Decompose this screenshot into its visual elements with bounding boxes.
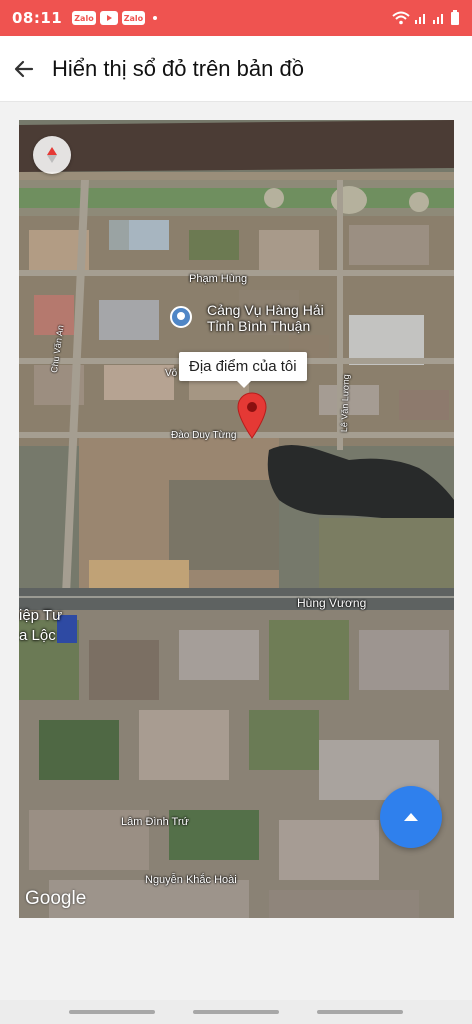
status-bar: 08:11 Zalo Zalo	[0, 0, 472, 36]
location-pin[interactable]	[237, 392, 267, 440]
zalo-app-icon: Zalo	[121, 11, 146, 25]
my-location-callout[interactable]: Địa điểm của tôi	[179, 352, 307, 388]
signal-icon	[415, 14, 425, 24]
street-label-lam-dinh-tru: Lâm Đình Trứ	[121, 816, 189, 828]
battery-icon	[451, 10, 459, 25]
youtube-app-icon	[99, 11, 118, 25]
zalo-app-icon: Zalo	[72, 11, 96, 25]
content-area: Phạm Hùng Cảng Vụ Hàng Hải Tỉnh Bình Thu…	[0, 102, 472, 1000]
notification-icons: Zalo Zalo	[72, 11, 158, 25]
system-nav-bar	[0, 1000, 472, 1024]
poi-label-line2: Tỉnh Bình Thuận	[207, 318, 311, 334]
street-label-pham-hung: Phạm Hùng	[189, 273, 248, 285]
expand-fab-button[interactable]	[380, 786, 442, 848]
place-label-edge-line2: a Lộc	[19, 627, 56, 644]
location-pin-icon	[237, 392, 267, 439]
back-button[interactable]	[4, 49, 44, 89]
caret-up-icon	[404, 813, 418, 821]
wifi-icon	[392, 11, 410, 25]
status-time: 08:11	[12, 9, 63, 27]
street-label-dao-duy-tung: Đào Duy Từng	[171, 430, 237, 441]
compass-icon	[47, 147, 57, 163]
signal-icon	[433, 14, 443, 24]
street-label-hung-vuong: Hùng Vương	[297, 596, 367, 610]
street-label-nguyen-khac-hoai: Nguyễn Khắc Hoài	[145, 874, 237, 886]
satellite-map[interactable]: Phạm Hùng Cảng Vụ Hàng Hải Tỉnh Bình Thu…	[19, 120, 454, 918]
poi-icon[interactable]	[170, 306, 192, 328]
place-label-edge-line1: iệp Tư	[19, 607, 63, 624]
place-label-edge: iệp Tư a Lộc	[19, 606, 62, 646]
page-title: Hiển thị sổ đỏ trên bản đồ	[52, 55, 304, 81]
poi-label-line1: Cảng Vụ Hàng Hải	[207, 302, 324, 318]
street-label-le-van-luong: Lê Văn Lương	[339, 374, 352, 433]
nav-pill[interactable]	[69, 1010, 155, 1014]
system-icons	[392, 10, 460, 26]
nav-pill[interactable]	[193, 1010, 279, 1014]
app-bar: Hiển thị sổ đỏ trên bản đồ	[0, 36, 472, 102]
compass-button[interactable]	[33, 136, 71, 174]
nav-pill[interactable]	[317, 1010, 403, 1014]
poi-label[interactable]: Cảng Vụ Hàng Hải Tỉnh Bình Thuận	[207, 302, 324, 334]
arrow-left-icon	[14, 60, 34, 77]
more-notifications-dot	[153, 16, 158, 20]
google-attribution: Google	[25, 888, 87, 909]
